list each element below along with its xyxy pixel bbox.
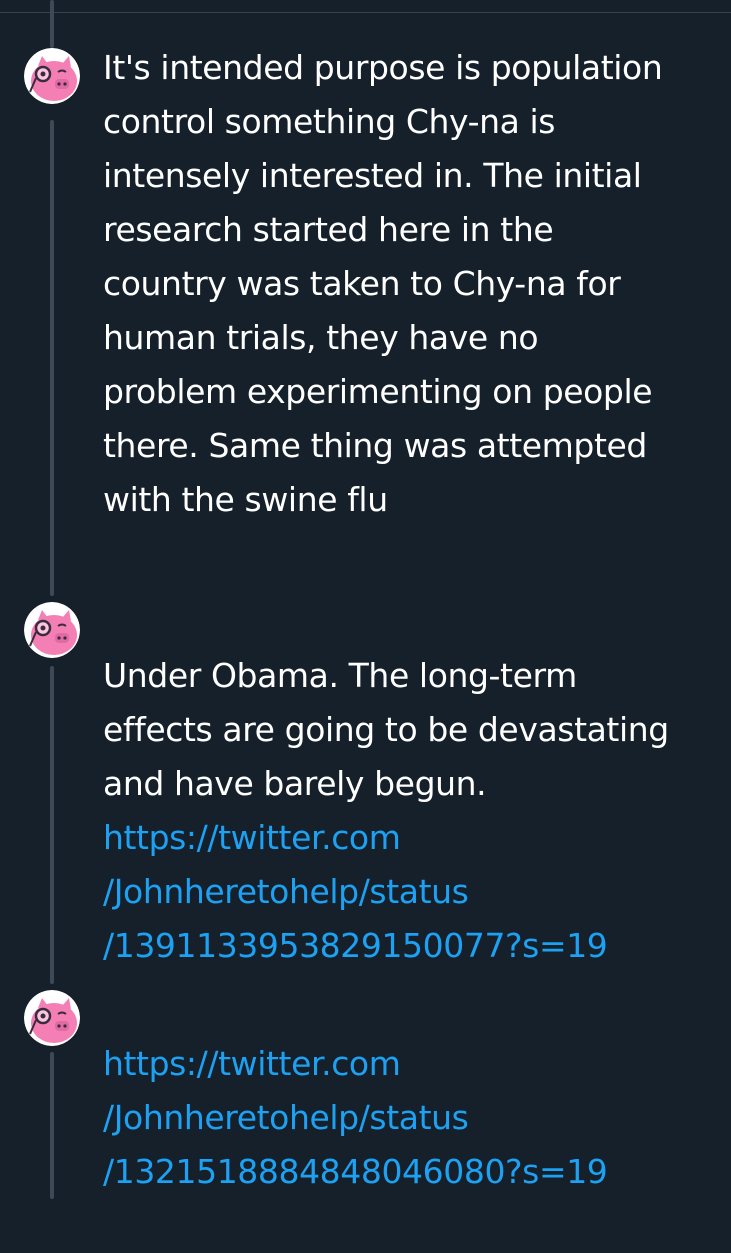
pig-monocle-avatar-icon[interactable] (24, 602, 80, 658)
tweet-text: https://twitter.com /Johnheretohelp/stat… (103, 983, 723, 1253)
thread-line (50, 120, 54, 596)
tweet-text: Under Obama. The long-term effects are g… (103, 595, 723, 1027)
thread-line (50, 0, 54, 48)
pig-monocle-avatar-icon[interactable] (24, 48, 80, 104)
thread-line (50, 666, 54, 984)
thread-line (50, 1052, 54, 1199)
tweet-link[interactable]: https://twitter.com /Johnheretohelp/stat… (103, 1037, 723, 1199)
pig-monocle-avatar-icon[interactable] (24, 990, 80, 1046)
tweet-link[interactable]: https://twitter.com /Johnheretohelp/stat… (103, 811, 723, 973)
tweet-body: Under Obama. The long-term effects are g… (103, 656, 669, 803)
top-divider (0, 12, 731, 13)
tweet-text: It's intended purpose is population cont… (103, 48, 663, 519)
